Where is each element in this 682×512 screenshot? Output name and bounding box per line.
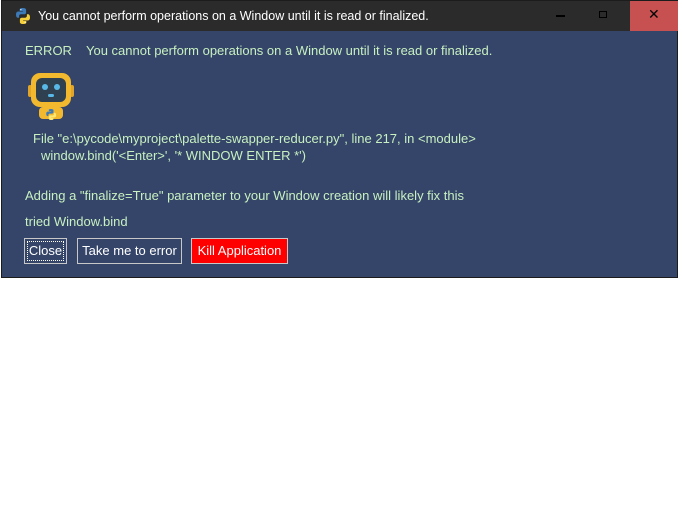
error-label: ERROR <box>25 43 72 58</box>
traceback-file-line: File "e:\pycode\myproject\palette-swappe… <box>33 131 476 146</box>
robot-mascot-icon <box>28 73 74 120</box>
title-bar[interactable]: You cannot perform operations on a Windo… <box>2 1 678 31</box>
close-window-button[interactable]: ✕ <box>630 1 678 31</box>
kill-application-button[interactable]: Kill Application <box>191 238 288 264</box>
fix-hint: Adding a "finalize=True" parameter to yo… <box>25 188 465 203</box>
tried-method: tried Window.bind <box>25 214 128 229</box>
error-popup-window: You cannot perform operations on a Windo… <box>1 0 678 278</box>
minimize-button[interactable] <box>538 1 582 31</box>
minimize-icon <box>556 15 565 17</box>
window-title: You cannot perform operations on a Windo… <box>38 9 429 23</box>
take-me-to-error-button[interactable]: Take me to error <box>77 238 182 264</box>
popup-content: ERROR You cannot perform operations on a… <box>2 31 677 277</box>
maximize-button[interactable] <box>582 1 626 31</box>
traceback-code-line: window.bind('<Enter>', '* WINDOW ENTER *… <box>41 148 306 163</box>
python-logo-icon <box>16 8 30 24</box>
error-message: You cannot perform operations on a Windo… <box>86 43 493 58</box>
close-icon: ✕ <box>648 7 660 23</box>
close-button[interactable]: Close <box>24 238 67 264</box>
maximize-icon <box>599 11 607 18</box>
